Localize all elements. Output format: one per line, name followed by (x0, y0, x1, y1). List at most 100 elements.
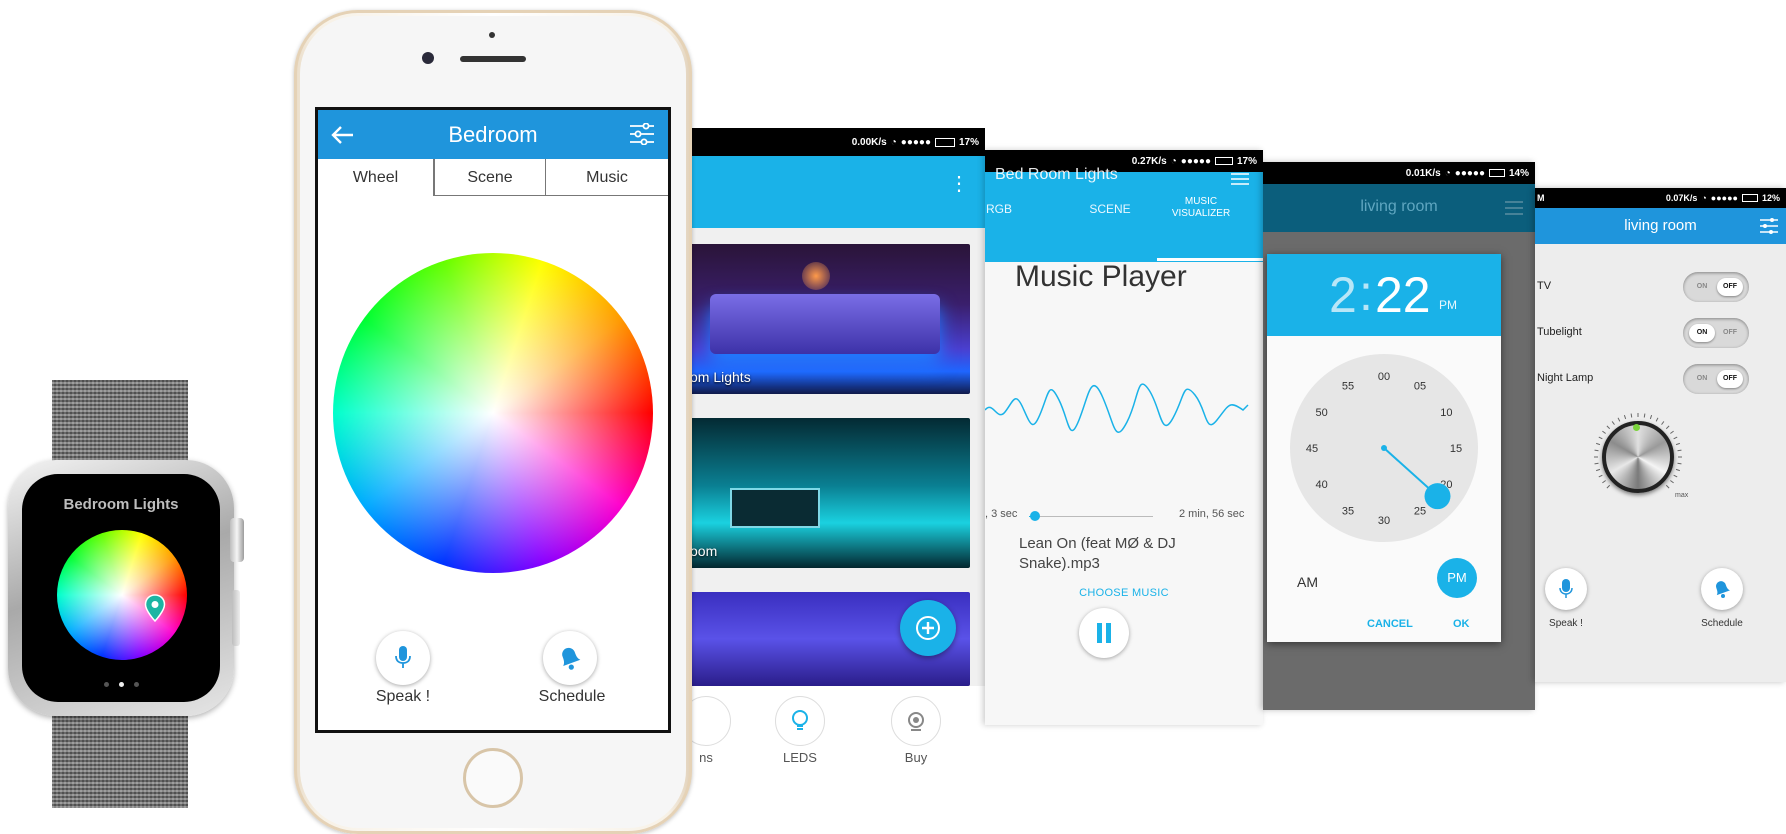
settings-sliders-icon[interactable] (1231, 172, 1249, 186)
schedule-button[interactable] (1701, 568, 1743, 610)
device-toggle[interactable]: ON OFF (1683, 272, 1749, 302)
knob-tick (1675, 468, 1681, 472)
clock-number[interactable]: 45 (1306, 443, 1318, 455)
knob-tick (1630, 413, 1633, 418)
knob-tick (1606, 425, 1611, 430)
tab-scene[interactable]: Scene (434, 159, 546, 196)
watch-page-dots (22, 682, 220, 687)
clock-dial: 000510152025303540455055 (1306, 371, 1462, 527)
time-picker-dialog: 2 : 22 PM 00 05 10 15 20 25 30 35 40 45 50 55 AM PM… (1267, 254, 1501, 642)
location-pin-icon[interactable] (144, 594, 166, 622)
clock-face[interactable]: 00 05 10 15 20 25 30 35 40 45 50 55 (1290, 354, 1478, 542)
watch-crown[interactable] (230, 518, 244, 562)
color-wheel[interactable] (333, 253, 653, 573)
page-dot-active (118, 682, 124, 687)
knob-indicator-light (1633, 424, 1640, 431)
tab-music[interactable]: Music (546, 159, 668, 196)
watch-band-top (52, 380, 188, 472)
earpiece-speaker (460, 56, 526, 62)
signal-icon: ●●●●● (900, 136, 931, 148)
tab-rgb[interactable]: RGB (985, 202, 1019, 216)
watch-screen: Bedroom Lights (22, 474, 220, 702)
clock-number[interactable]: 55 (1342, 381, 1354, 393)
list-card-bedroom[interactable]: om Lights (690, 244, 970, 394)
nav-label: ns (699, 750, 713, 765)
tab-wheel[interactable]: Wheel (318, 159, 434, 196)
knob-tick (1602, 480, 1606, 484)
tab-scene[interactable]: SCENE (1075, 202, 1145, 216)
knob-tick (1670, 430, 1674, 434)
clock-number[interactable]: 40 (1316, 479, 1328, 491)
watch-side-button[interactable] (232, 590, 240, 646)
knob-tick (1594, 449, 1599, 452)
knob-tick (1595, 442, 1601, 446)
knob-tick (1594, 462, 1599, 465)
clock-number[interactable]: 35 (1342, 505, 1354, 517)
pause-button[interactable] (1079, 608, 1129, 658)
nav-item-first[interactable]: ns (690, 696, 736, 765)
speak-button[interactable] (376, 631, 430, 685)
device-row: Night Lamp ON OFF (1535, 362, 1786, 398)
battery-percent: 17% (958, 136, 979, 148)
progress-track[interactable] (1029, 511, 1153, 521)
knob[interactable] (1602, 421, 1674, 493)
knob-tick (1643, 413, 1646, 418)
track-name: Lean On (feat MØ & DJ Snake).mp3 (1019, 535, 1176, 572)
bottom-nav: ns LEDS Buy (690, 686, 985, 778)
watch-color-wheel[interactable] (57, 530, 187, 660)
device-name: TV (1537, 280, 1552, 292)
network-speed: 0.27K/s (1131, 155, 1167, 167)
clock-number[interactable]: 50 (1316, 407, 1328, 419)
time-minutes[interactable]: 22 (1375, 266, 1431, 324)
clock-number[interactable]: 05 (1414, 381, 1426, 393)
device-name: Night Lamp (1537, 372, 1594, 384)
card-label: om Lights (690, 369, 751, 385)
screen-time-picker: 0.01K/s ◔ ●●●●● 14% living room 2 : 22 P… (1263, 162, 1535, 710)
device-toggle[interactable]: ON OFF (1683, 318, 1749, 348)
clock-number[interactable]: 30 (1378, 515, 1390, 527)
knob-tick (1677, 449, 1682, 452)
header-title: Bedroom (448, 122, 538, 147)
list-card-room[interactable]: oom (690, 418, 970, 568)
clock-number[interactable]: 25 (1414, 505, 1426, 517)
ok-button[interactable]: OK (1453, 618, 1470, 630)
choose-music-link[interactable]: CHOOSE MUSIC (985, 587, 1263, 599)
clock-number[interactable]: 15 (1450, 443, 1462, 455)
knob-tick (1623, 414, 1627, 420)
time-hour[interactable]: 2 (1329, 266, 1357, 324)
schedule-button[interactable] (543, 631, 597, 685)
cancel-button[interactable]: CANCEL (1367, 618, 1413, 630)
settings-sliders-icon[interactable] (1760, 218, 1778, 234)
toggle-off-label: OFF (1717, 370, 1743, 388)
knob-tick (1665, 484, 1670, 489)
settings-sliders-icon[interactable] (630, 123, 654, 145)
watch-band-bottom (52, 700, 188, 808)
proximity-sensor (489, 32, 495, 38)
desk-image (730, 488, 820, 528)
iphone-screen: Bedroom Wheel Scene Music Speak ! Schedu… (315, 107, 671, 733)
overflow-menu-icon[interactable]: ⋮ (949, 174, 969, 194)
device-toggle[interactable]: ON OFF (1683, 364, 1749, 394)
bed-image (710, 294, 940, 354)
tab-music-visualizer[interactable]: MUSIC VISUALIZER (1163, 196, 1239, 220)
bell-icon (562, 647, 581, 670)
speak-button[interactable] (1545, 568, 1587, 610)
nav-item-buy[interactable]: Buy (886, 696, 946, 765)
home-button[interactable] (463, 748, 523, 808)
nav-item-leds[interactable]: LEDS (770, 696, 830, 765)
knob-tick (1675, 442, 1681, 446)
time-ampm[interactable]: PM (1439, 298, 1457, 312)
toggle-on-label: ON (1689, 324, 1715, 342)
clock-number[interactable]: 10 (1440, 407, 1452, 419)
add-fab[interactable] (900, 600, 956, 656)
am-button[interactable]: AM (1297, 574, 1318, 590)
clock-number[interactable]: 00 (1378, 371, 1390, 383)
settings-sliders-icon[interactable] (1505, 200, 1523, 216)
dimmer-knob[interactable]: max (1591, 410, 1688, 504)
battery-percent: 14% (1508, 167, 1529, 179)
clock-hand-handle[interactable] (1424, 483, 1451, 510)
progress-thumb[interactable] (1030, 511, 1041, 521)
switches-header: living room (1535, 208, 1786, 244)
pm-button[interactable]: PM (1437, 558, 1477, 598)
knob-tick (1617, 417, 1621, 422)
